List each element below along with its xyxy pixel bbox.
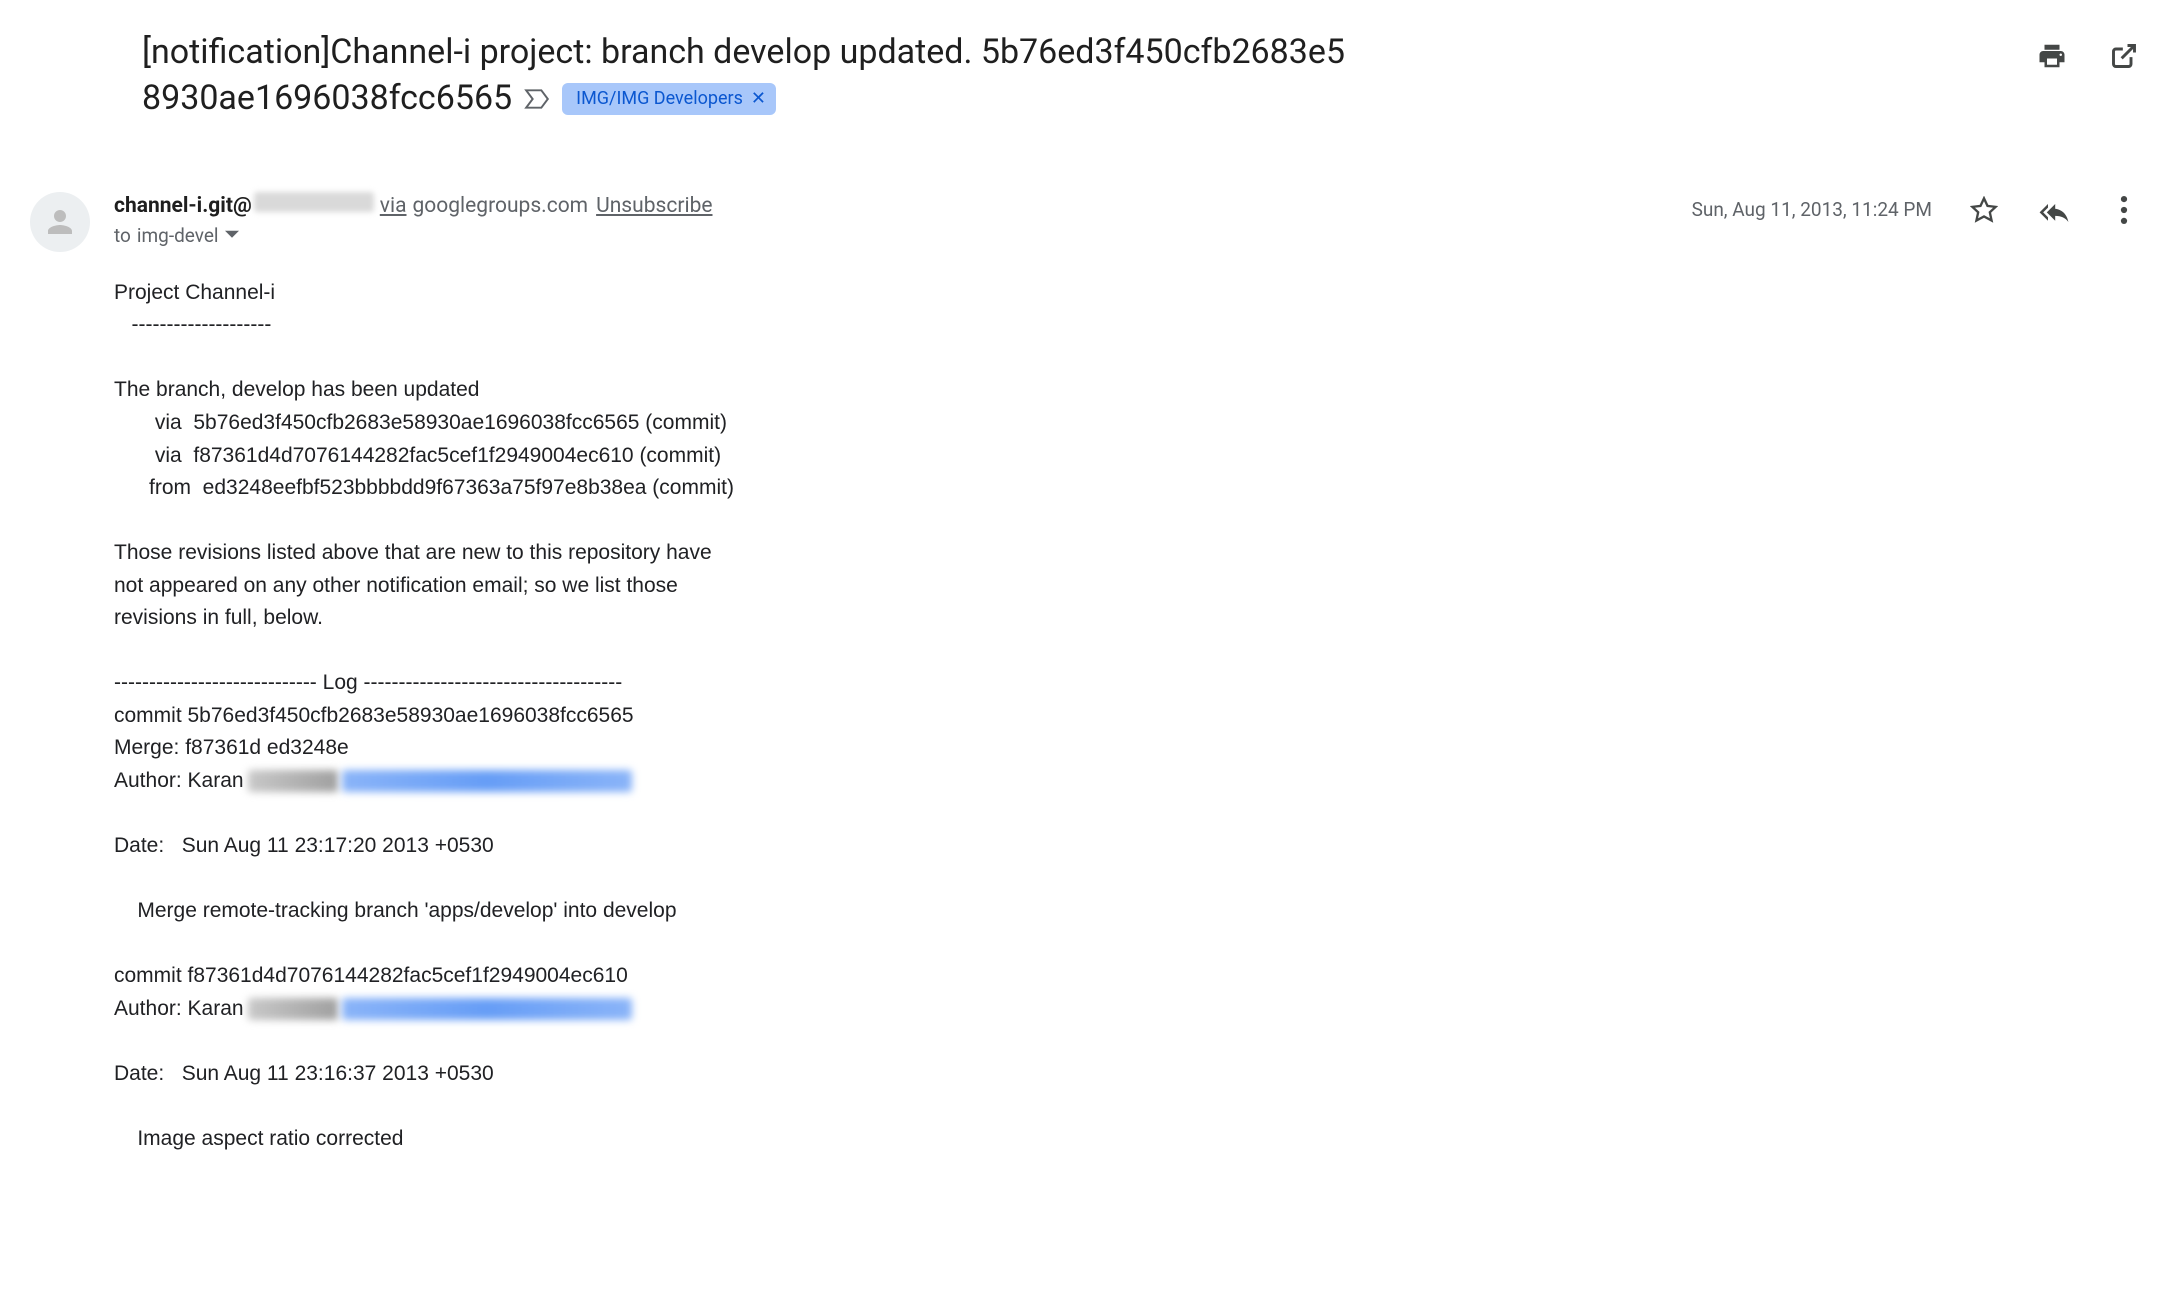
message-date: Sun, Aug 11, 2013, 11:24 PM xyxy=(1692,198,1932,221)
sender-avatar[interactable] xyxy=(30,192,90,252)
more-options-icon[interactable] xyxy=(2106,192,2142,228)
message-body: Project Channel-i -------------------- T… xyxy=(114,277,2142,1156)
author-line-1: Author: Karan xyxy=(114,765,2102,798)
recipient-line[interactable]: to img-devel xyxy=(114,224,1692,247)
reply-all-icon[interactable] xyxy=(2036,192,2072,228)
label-chip[interactable]: IMG/IMG Developers ✕ xyxy=(562,83,776,115)
redacted-surname xyxy=(248,770,338,792)
show-details-icon[interactable] xyxy=(225,228,239,242)
subject-line-2: 8930ae1696038fcc6565 xyxy=(142,76,512,122)
subject-line-1: [notification]Channel-i project: branch … xyxy=(142,30,1994,76)
message-header: [notification]Channel-i project: branch … xyxy=(30,30,2142,122)
sender-email[interactable]: channel-i.git@ xyxy=(114,194,252,218)
importance-marker-icon[interactable] xyxy=(524,88,550,110)
redacted-email xyxy=(342,998,632,1020)
label-text: IMG/IMG Developers xyxy=(576,87,743,111)
redacted-surname xyxy=(248,998,338,1020)
redacted-email xyxy=(342,770,632,792)
open-in-new-window-icon[interactable] xyxy=(2106,38,2142,74)
via-domain: googlegroups.com xyxy=(413,194,589,218)
label-remove-icon[interactable]: ✕ xyxy=(751,90,766,108)
unsubscribe-link[interactable]: Unsubscribe xyxy=(596,194,712,218)
star-icon[interactable] xyxy=(1966,192,2002,228)
redacted-domain xyxy=(254,192,374,212)
print-icon[interactable] xyxy=(2034,38,2070,74)
via-label: via xyxy=(380,194,407,218)
author-line-2: Author: Karan xyxy=(114,993,2102,1026)
sender-line: channel-i.git@ via googlegroups.com Unsu… xyxy=(114,192,1692,218)
